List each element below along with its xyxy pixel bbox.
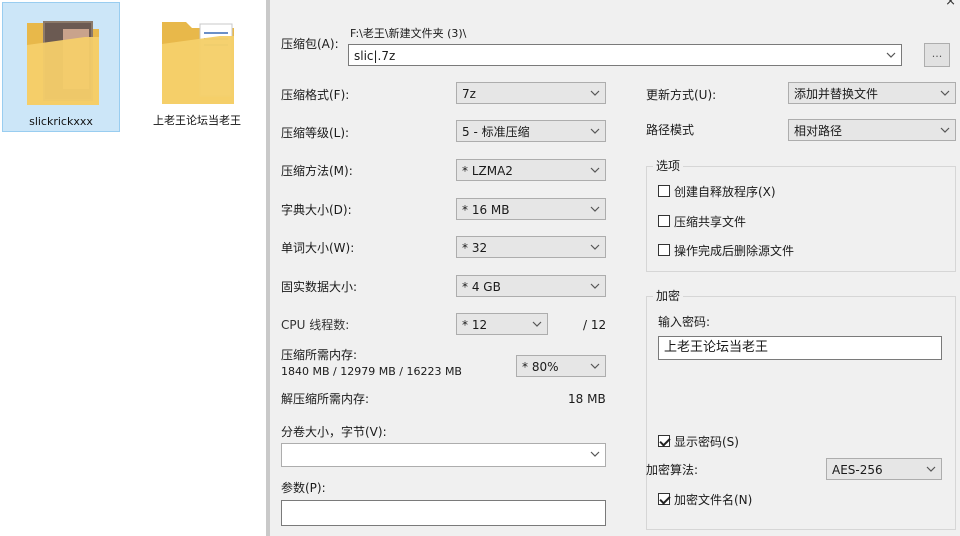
checkbox-box [658, 493, 670, 505]
params-label: 参数(P): [281, 481, 326, 495]
show-password-label: 显示密码(S) [674, 434, 739, 449]
level-select[interactable]: 5 - 标准压缩 [456, 120, 606, 142]
archive-path: F:\老王\新建文件夹 (3)\ [350, 27, 467, 40]
chevron-down-icon [940, 90, 950, 96]
solid-select[interactable]: * 4 GB [456, 275, 606, 297]
chevron-down-icon [532, 321, 542, 327]
format-value: 7z [462, 87, 476, 101]
word-value: * 32 [462, 241, 488, 255]
chevron-down-icon [940, 127, 950, 133]
encryption-method-select[interactable]: AES-256 [826, 458, 942, 480]
solid-label: 固实数据大小: [281, 280, 358, 294]
decompress-memory-value: 18 MB [568, 392, 606, 406]
memory-detail: 1840 MB / 12979 MB / 16223 MB [281, 365, 462, 378]
cpu-label: CPU 线程数: [281, 318, 350, 332]
path-mode-value: 相对路径 [794, 124, 843, 138]
password-input[interactable]: 上老王论坛当老王 [658, 336, 942, 360]
encrypt-filenames-checkbox[interactable]: 加密文件名(N) [658, 490, 752, 508]
chevron-down-icon [590, 451, 600, 457]
path-mode-select[interactable]: 相对路径 [788, 119, 956, 141]
folder-icon [27, 21, 99, 105]
word-label: 单词大小(W): [281, 241, 355, 255]
method-label: 压缩方法(M): [281, 164, 353, 178]
close-icon[interactable]: × [945, 0, 956, 9]
add-to-archive-dialog: × 压缩包(A): F:\老王\新建文件夹 (3)\ slic|.7z ... … [270, 0, 960, 536]
chevron-down-icon [590, 90, 600, 96]
show-password-checkbox[interactable]: 显示密码(S) [658, 432, 739, 450]
sfx-checkbox[interactable]: 创建自释放程序(X) [658, 182, 776, 200]
desktop-icon-folder[interactable]: 上老王论坛当老王 [138, 2, 256, 132]
chevron-down-icon [886, 52, 896, 58]
desktop: slickrickxxx 上老王论坛当老王 [0, 0, 266, 536]
dict-label: 字典大小(D): [281, 203, 352, 217]
folder-icon [162, 22, 234, 104]
chevron-down-icon [590, 283, 600, 289]
sfx-checkbox-label: 创建自释放程序(X) [674, 184, 776, 199]
update-mode-value: 添加并替换文件 [794, 87, 879, 101]
params-input[interactable] [281, 500, 606, 526]
delete-after-checkbox[interactable]: 操作完成后删除源文件 [658, 241, 794, 259]
checkbox-box [658, 215, 670, 227]
password-value: 上老王论坛当老王 [664, 340, 769, 355]
memory-label: 压缩所需内存: [281, 348, 358, 362]
level-value: 5 - 标准压缩 [462, 125, 530, 139]
split-size-combobox[interactable] [281, 443, 606, 467]
cpu-value: * 12 [462, 318, 488, 332]
desktop-icon-label: 上老王论坛当老王 [153, 114, 241, 127]
archive-name-value: slic|.7z [354, 49, 396, 63]
decompress-memory-label: 解压缩所需内存: [281, 392, 370, 406]
shared-files-checkbox-label: 压缩共享文件 [674, 214, 747, 229]
memory-usage-select[interactable]: * 80% [516, 355, 606, 377]
checkbox-box [658, 244, 670, 256]
cpu-select[interactable]: * 12 [456, 313, 548, 335]
update-mode-label: 更新方式(U): [646, 88, 717, 102]
update-mode-select[interactable]: 添加并替换文件 [788, 82, 956, 104]
chevron-down-icon [590, 363, 600, 369]
password-label: 输入密码: [658, 315, 711, 329]
encryption-method-label: 加密算法: [646, 463, 699, 477]
chevron-down-icon [926, 466, 936, 472]
delete-after-checkbox-label: 操作完成后删除源文件 [674, 243, 795, 258]
memory-value: * 80% [522, 360, 559, 374]
path-mode-label: 路径模式 [646, 123, 695, 137]
split-label: 分卷大小，字节(V): [281, 425, 387, 439]
format-select[interactable]: 7z [456, 82, 606, 104]
chevron-down-icon [590, 244, 600, 250]
encryption-method-value: AES-256 [832, 463, 883, 477]
chevron-down-icon [590, 206, 600, 212]
dict-value: * 16 MB [462, 203, 510, 217]
shared-files-checkbox[interactable]: 压缩共享文件 [658, 212, 746, 230]
desktop-icon-slickrickxxx[interactable]: slickrickxxx [2, 2, 120, 132]
encryption-group-title: 加密 [653, 288, 684, 304]
browse-button[interactable]: ... [924, 43, 950, 67]
options-group-title: 选项 [653, 158, 684, 174]
checkbox-box [658, 185, 670, 197]
chevron-down-icon [590, 167, 600, 173]
archive-label: 压缩包(A): [281, 37, 339, 51]
method-select[interactable]: * LZMA2 [456, 159, 606, 181]
title-bar: × [270, 0, 960, 10]
cpu-total: / 12 [583, 318, 607, 332]
checkbox-box [658, 435, 670, 447]
method-value: * LZMA2 [462, 164, 513, 178]
dict-select[interactable]: * 16 MB [456, 198, 606, 220]
word-select[interactable]: * 32 [456, 236, 606, 258]
archive-name-combobox[interactable]: slic|.7z [348, 44, 902, 66]
desktop-icon-label: slickrickxxx [29, 115, 93, 128]
solid-value: * 4 GB [462, 280, 501, 294]
chevron-down-icon [590, 128, 600, 134]
encrypt-filenames-label: 加密文件名(N) [674, 492, 753, 507]
format-label: 压缩格式(F): [281, 88, 350, 102]
level-label: 压缩等级(L): [281, 126, 350, 140]
